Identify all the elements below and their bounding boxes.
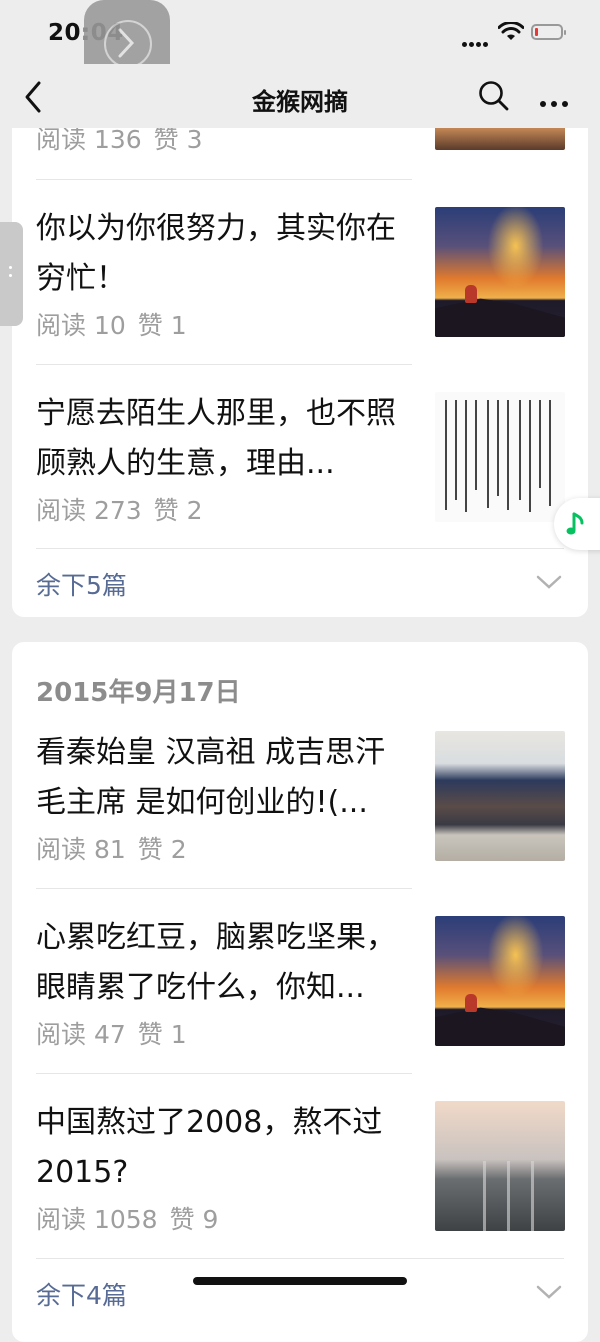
article-title: 中国熬过了2008，熬不过2015? <box>36 1105 383 1190</box>
divider <box>36 179 412 180</box>
article-title: 你以为你很努力，其实你在穷忙！ <box>36 211 396 296</box>
search-icon[interactable] <box>478 80 510 112</box>
divider <box>36 1073 412 1074</box>
article-item[interactable]: 看秦始皇 汉高祖 成吉思汗 毛主席 是如何创业的!(... 阅读 81 赞 2 <box>36 728 565 868</box>
article-title: 心累吃红豆，脑累吃坚果，眼睛累了吃什么，你知... <box>36 920 396 1005</box>
divider <box>36 888 412 889</box>
article-item[interactable]: 宁愿去陌生人那里，也不照顾熟人的生意，理由... 阅读 273 赞 2 <box>36 389 565 529</box>
item-meta: 阅读 10 赞 1 <box>36 306 187 342</box>
battery-icon <box>531 24 566 40</box>
nav-bar: 金猴网摘 <box>0 64 600 128</box>
item-meta: 阅读 273 赞 2 <box>36 491 203 527</box>
like-count: 赞 1 <box>137 311 187 340</box>
cellular-signal-icon <box>462 32 490 51</box>
item-meta: 阅读 81 赞 2 <box>36 830 187 866</box>
music-player-float[interactable] <box>554 498 600 550</box>
article-thumbnail <box>435 207 565 337</box>
read-count: 阅读 10 <box>36 311 126 340</box>
expand-more-row[interactable]: 余下5篇 <box>36 566 564 606</box>
article-item[interactable]: 心累吃红豆，脑累吃坚果，眼睛累了吃什么，你知... 阅读 47 赞 1 <box>36 913 565 1053</box>
read-count: 阅读 273 <box>36 496 142 525</box>
article-group-card: 阅读 136 赞 3 你以为你很努力，其实你在穷忙！ 阅读 10 赞 1 宁愿去陌生… <box>12 100 588 617</box>
article-thumbnail <box>435 916 565 1046</box>
page-title: 金猴网摘 <box>252 88 348 116</box>
home-indicator[interactable] <box>193 1277 407 1285</box>
read-count: 阅读 1058 <box>36 1205 158 1234</box>
chevron-right-icon <box>118 28 135 58</box>
article-group-card: 2015年9月17日 看秦始皇 汉高祖 成吉思汗 毛主席 是如何创业的!(...… <box>12 642 588 1342</box>
more-options-icon[interactable] <box>540 92 573 111</box>
read-count: 阅读 47 <box>36 1020 126 1049</box>
more-articles-label: 余下4篇 <box>36 1281 127 1310</box>
side-drawer-handle[interactable] <box>0 222 23 326</box>
chevron-down-icon <box>536 575 562 589</box>
divider <box>36 548 564 549</box>
article-title: 宁愿去陌生人那里，也不照顾熟人的生意，理由... <box>36 396 396 481</box>
article-thumbnail <box>435 731 565 861</box>
like-count: 赞 2 <box>153 496 203 525</box>
wifi-icon <box>498 22 524 40</box>
like-count: 赞 2 <box>137 835 187 864</box>
article-thumbnail <box>435 392 565 522</box>
read-count: 阅读 81 <box>36 835 126 864</box>
divider <box>36 1258 564 1259</box>
read-count: 阅读 136 <box>36 125 142 154</box>
article-item[interactable]: 中国熬过了2008，熬不过2015? 阅读 1058 赞 9 <box>36 1098 565 1238</box>
like-count: 赞 9 <box>169 1205 219 1234</box>
article-title: 看秦始皇 汉高祖 成吉思汗 毛主席 是如何创业的!(... <box>36 735 386 820</box>
article-thumbnail <box>435 1101 565 1231</box>
like-count: 赞 3 <box>153 125 203 154</box>
music-note-icon <box>566 512 584 535</box>
divider <box>36 364 412 365</box>
item-meta: 阅读 1058 赞 9 <box>36 1200 218 1236</box>
more-articles-label: 余下5篇 <box>36 571 127 600</box>
group-date: 2015年9月17日 <box>36 678 241 708</box>
article-item[interactable]: 你以为你很努力，其实你在穷忙！ 阅读 10 赞 1 <box>36 204 565 344</box>
like-count: 赞 1 <box>137 1020 187 1049</box>
item-meta: 阅读 47 赞 1 <box>36 1015 187 1051</box>
